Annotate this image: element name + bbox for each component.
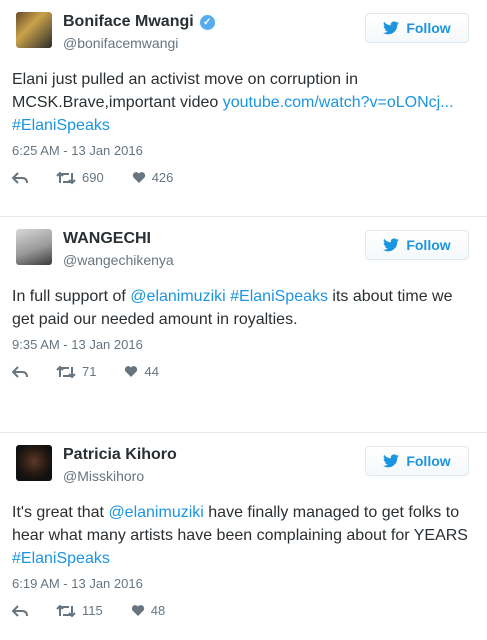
avatar[interactable] [16, 12, 52, 48]
verified-icon: ✓ [199, 14, 215, 30]
tweet-text: It's great that @elanimuziki have finall… [12, 504, 468, 567]
follow-button[interactable]: Follow [365, 230, 469, 260]
follow-button[interactable]: Follow [365, 446, 469, 476]
retweet-count: 690 [82, 170, 104, 185]
timestamp[interactable]: 9:35 AM - 13 Jan 2016 [12, 337, 479, 352]
user-info: Boniface Mwangi ✓ @bonifacemwangi [63, 13, 215, 51]
reply-button[interactable] [12, 604, 28, 617]
handle[interactable]: @wangechikenya [63, 252, 174, 268]
like-button[interactable]: 426 [132, 170, 174, 185]
reply-button[interactable] [12, 365, 28, 378]
like-button[interactable]: 48 [131, 603, 165, 618]
mention-link[interactable]: @elanimuziki [130, 288, 225, 305]
tweet-text: In full support of @elanimuziki #ElaniSp… [12, 288, 453, 328]
handle[interactable]: @Misskihoro [63, 468, 177, 484]
twitter-bird-icon [383, 454, 400, 468]
handle[interactable]: @bonifacemwangi [63, 35, 215, 51]
timestamp[interactable]: 6:25 AM - 13 Jan 2016 [12, 143, 479, 158]
like-count: 426 [151, 170, 174, 185]
tweet-actions: 115 48 [12, 603, 479, 618]
tweet-actions: 71 44 [12, 364, 479, 379]
avatar[interactable] [16, 445, 52, 481]
like-count: 48 [150, 603, 166, 618]
tweet-actions: 690 426 [12, 170, 479, 185]
tweet-header: Patricia Kihoro @Misskihoro Follow [8, 433, 479, 485]
like-count: 44 [144, 364, 159, 379]
retweet-count: 71 [82, 364, 97, 379]
heart-icon [131, 605, 144, 616]
display-name[interactable]: WANGECHI [63, 230, 174, 248]
reply-icon [12, 604, 28, 617]
twitter-bird-icon [383, 21, 400, 35]
heart-icon [132, 172, 145, 183]
tweet-card: Patricia Kihoro @Misskihoro Follow It's … [0, 432, 487, 640]
retweet-icon [56, 171, 76, 184]
reply-button[interactable] [12, 171, 28, 184]
twitter-bird-icon [383, 238, 400, 252]
retweet-icon [56, 604, 76, 617]
tweet-card: Boniface Mwangi ✓ @bonifacemwangi Follow… [0, 0, 487, 216]
heart-icon [125, 366, 138, 377]
retweet-button[interactable]: 690 [56, 170, 104, 185]
timestamp[interactable]: 6:19 AM - 13 Jan 2016 [12, 576, 479, 591]
tweet-card: WANGECHI @wangechikenya Follow In full s… [0, 216, 487, 432]
tweet-text: Elani just pulled an activist move on co… [12, 71, 454, 134]
display-name[interactable]: Patricia Kihoro [63, 446, 177, 464]
user-info: WANGECHI @wangechikenya [63, 230, 174, 268]
hashtag-link[interactable]: #ElaniSpeaks [12, 117, 110, 134]
retweet-button[interactable]: 115 [56, 603, 103, 618]
reply-icon [12, 365, 28, 378]
retweet-count: 115 [82, 603, 103, 618]
hashtag-link[interactable]: #ElaniSpeaks [230, 288, 328, 305]
mention-link[interactable]: @elanimuziki [108, 504, 203, 521]
tweet-header: Boniface Mwangi ✓ @bonifacemwangi Follow [8, 0, 479, 52]
retweet-icon [56, 365, 76, 378]
follow-button[interactable]: Follow [365, 13, 469, 43]
avatar[interactable] [16, 229, 52, 265]
reply-icon [12, 171, 28, 184]
like-button[interactable]: 44 [124, 364, 159, 379]
url-link[interactable]: youtube.com/watch?v=oLONcj... [223, 94, 454, 111]
hashtag-link[interactable]: #ElaniSpeaks [12, 550, 110, 567]
retweet-button[interactable]: 71 [56, 364, 96, 379]
tweet-header: WANGECHI @wangechikenya Follow [8, 217, 479, 269]
user-info: Patricia Kihoro @Misskihoro [63, 446, 177, 484]
display-name[interactable]: Boniface Mwangi ✓ [63, 13, 215, 31]
